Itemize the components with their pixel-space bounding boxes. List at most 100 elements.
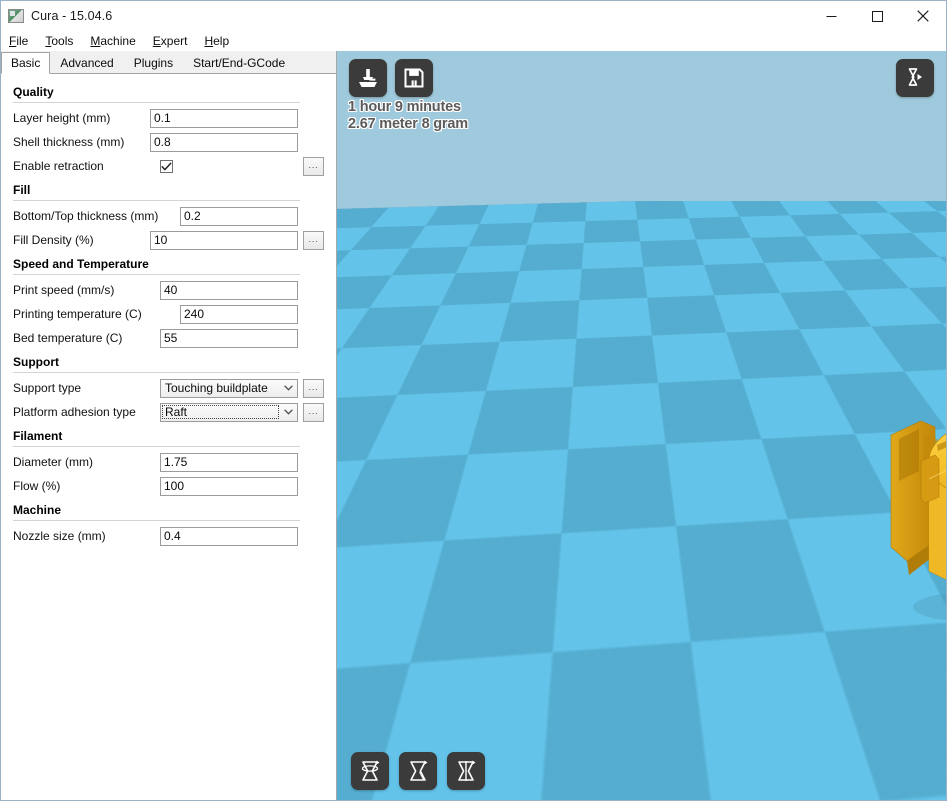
- print-time: 1 hour 9 minutes: [348, 99, 468, 116]
- settings-list: Quality Layer height (mm) Shell thickness …: [1, 74, 336, 800]
- group-title: Machine: [1, 500, 336, 519]
- setting-row-flow: Flow (%): [1, 474, 336, 498]
- object-tool-buttons: [351, 752, 485, 790]
- setting-label: Fill Density (%): [13, 233, 94, 247]
- setting-label: Enable retraction: [13, 159, 104, 173]
- settings-group-filament: Filament Diameter (mm) Flow (%): [1, 426, 336, 498]
- group-title: Fill: [1, 180, 336, 199]
- more-options-button-support-type[interactable]: ...: [303, 379, 324, 398]
- setting-row-printing-temperature-c: Printing temperature (C): [1, 302, 336, 326]
- setting-control: ...: [150, 231, 324, 250]
- dropdown-support-type[interactable]: Touching buildplate: [160, 379, 298, 398]
- settings-tab-bar: Basic Advanced Plugins Start/End-GCode: [1, 51, 336, 74]
- close-button[interactable]: [900, 1, 946, 31]
- dropdown-value: Touching buildplate: [161, 381, 280, 395]
- input-layer-height-mm[interactable]: [150, 109, 298, 128]
- input-flow[interactable]: [160, 477, 298, 496]
- checkbox-wrapper: [160, 160, 298, 173]
- menu-item-tools[interactable]: Tools: [45, 33, 81, 50]
- print-material: 2.67 meter 8 gram: [348, 116, 468, 133]
- rotate-tool-button[interactable]: [351, 752, 389, 790]
- settings-group-speed-and-temperature: Speed and Temperature Print speed (mm/s) P…: [1, 254, 336, 350]
- group-title: Speed and Temperature: [1, 254, 336, 273]
- window-title: Cura - 15.04.6: [31, 9, 112, 23]
- menu-item-help[interactable]: Help: [204, 33, 237, 50]
- save-toolpath-button[interactable]: [395, 59, 433, 97]
- setting-control: Touching buildplate...: [160, 379, 324, 398]
- load-model-button[interactable]: [349, 59, 387, 97]
- setting-row-bed-temperature-c: Bed temperature (C): [1, 326, 336, 350]
- setting-control: [180, 305, 324, 324]
- settings-group-fill: Fill Bottom/Top thickness (mm) Fill Densit…: [1, 180, 336, 252]
- setting-control: [150, 133, 324, 152]
- setting-label: Bed temperature (C): [13, 331, 122, 345]
- chevron-down-icon: [280, 385, 297, 391]
- input-print-speed-mm-s[interactable]: [160, 281, 298, 300]
- chevron-down-icon: [280, 409, 297, 415]
- view-mode-button[interactable]: [896, 59, 934, 97]
- input-bed-temperature-c[interactable]: [160, 329, 298, 348]
- input-shell-thickness-mm[interactable]: [150, 133, 298, 152]
- menu-mnemonic: H: [204, 34, 213, 48]
- scale-tool-button[interactable]: [399, 752, 437, 790]
- maximize-button[interactable]: [854, 1, 900, 31]
- setting-row-enable-retraction: Enable retraction...: [1, 154, 336, 178]
- checkbox-enable-retraction[interactable]: [160, 160, 173, 173]
- setting-row-nozzle-size-mm: Nozzle size (mm): [1, 524, 336, 548]
- settings-group-machine: Machine Nozzle size (mm): [1, 500, 336, 548]
- setting-control: Raft...: [160, 403, 324, 422]
- tab-plugins[interactable]: Plugins: [124, 52, 183, 73]
- group-divider: [13, 446, 300, 447]
- input-printing-temperature-c[interactable]: [180, 305, 298, 324]
- setting-row-support-type: Support type Touching buildplate...: [1, 376, 336, 400]
- settings-group-quality: QualityLayer height (mm)Shell thickness …: [1, 82, 336, 178]
- app-icon: [8, 9, 24, 23]
- setting-control: [160, 281, 324, 300]
- title-bar: Cura - 15.04.6: [1, 1, 946, 31]
- tab-advanced[interactable]: Advanced: [50, 52, 123, 73]
- more-options-button-platform-adhesion-type[interactable]: ...: [303, 403, 324, 422]
- setting-label: Support type: [13, 381, 81, 395]
- input-fill-density[interactable]: [150, 231, 298, 250]
- more-options-button-fill-density[interactable]: ...: [303, 231, 324, 250]
- setting-row-shell-thickness-mm: Shell thickness (mm): [1, 130, 336, 154]
- input-bottom-top-thickness-mm[interactable]: [180, 207, 298, 226]
- more-options-button-enable-retraction[interactable]: ...: [303, 157, 324, 176]
- input-diameter-mm[interactable]: [160, 453, 298, 472]
- setting-label: Diameter (mm): [13, 455, 93, 469]
- group-divider: [13, 274, 300, 275]
- setting-row-fill-density: Fill Density (%)...: [1, 228, 336, 252]
- tab-start-end-gcode[interactable]: Start/End-GCode: [183, 52, 295, 73]
- dropdown-platform-adhesion-type[interactable]: Raft: [160, 403, 298, 422]
- viewport-toolbar: [349, 59, 433, 97]
- setting-label: Flow (%): [13, 479, 60, 493]
- dropdown-value: Raft: [162, 405, 279, 419]
- setting-control: [160, 477, 324, 496]
- minimize-button[interactable]: [808, 1, 854, 31]
- setting-row-diameter-mm: Diameter (mm): [1, 450, 336, 474]
- setting-row-bottom-top-thickness-mm: Bottom/Top thickness (mm): [1, 204, 336, 228]
- menu-item-machine[interactable]: Machine: [90, 33, 143, 50]
- tab-basic[interactable]: Basic: [1, 52, 50, 74]
- mirror-tool-button[interactable]: [447, 752, 485, 790]
- menu-label-rest: elp: [213, 34, 229, 48]
- window-controls: [808, 1, 946, 31]
- cura-main-window: Cura - 15.04.6 File Tools Machine Expert Hel…: [0, 0, 947, 801]
- menu-item-file[interactable]: File: [9, 33, 36, 50]
- setting-row-platform-adhesion-type: Platform adhesion type Raft...: [1, 400, 336, 424]
- settings-group-support: Support Support type Touching buildplate..…: [1, 352, 336, 424]
- menu-label-rest: achine: [100, 34, 135, 48]
- group-divider: [13, 102, 300, 103]
- menu-mnemonic: M: [90, 34, 100, 48]
- input-nozzle-size-mm[interactable]: [160, 527, 298, 546]
- menu-item-expert[interactable]: Expert: [153, 33, 196, 50]
- setting-label: Nozzle size (mm): [13, 529, 106, 543]
- group-divider: [13, 372, 300, 373]
- setting-label: Platform adhesion type: [13, 405, 136, 419]
- 3d-viewport[interactable]: 1 hour 9 minutes 2.67 meter 8 gram: [337, 51, 946, 800]
- setting-control: [160, 527, 324, 546]
- settings-panel: Basic Advanced Plugins Start/End-GCode Qual…: [1, 51, 337, 800]
- build-plate-checkerboard: [337, 201, 946, 213]
- setting-control: [180, 207, 324, 226]
- setting-control: [160, 453, 324, 472]
